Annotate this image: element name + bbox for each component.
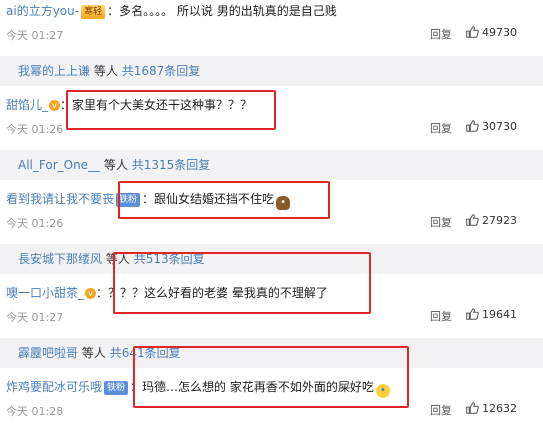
comment-text: 多名。。。。 所以说 男的出轨真的是自己贱 (119, 4, 337, 18)
thread-reply-count[interactable]: 共641条回复 (110, 346, 181, 360)
thread-users[interactable]: 霹靂吧啦哥 (18, 346, 78, 360)
colon: ： (130, 380, 143, 394)
comment-text: 玛德…怎么想的 家花再香不如外面的屎好吃 (142, 380, 374, 394)
reply-thread[interactable]: 長安城下那缕风 等人 共513条回复 (0, 244, 543, 274)
comment-username[interactable]: 甜馅儿_ (6, 98, 48, 112)
thumbs-up-icon (466, 214, 479, 226)
thread-users[interactable]: All_For_One__ (18, 158, 100, 172)
like-count: 30730 (482, 119, 517, 133)
comment-text: ？？？这么好看的老婆 晕我真的不理解了 (108, 286, 328, 300)
thumbs-up-icon (466, 26, 479, 38)
comment-item: 甜馅儿_ v ：家里有个大美女还干这种事？？？ 今天 01:26 回复 30730 (0, 94, 543, 139)
thumbs-up-icon (466, 308, 479, 320)
like-count: 27923 (482, 213, 517, 227)
thread-etc: 等人 (105, 252, 130, 266)
comment-time: 今天 01:27 (6, 29, 64, 42)
reply-button[interactable]: 回复 (430, 402, 452, 418)
comment-time: 今天 01:26 (6, 217, 64, 230)
reply-button[interactable]: 回复 (430, 214, 452, 230)
comment-text: 跟仙女结婚还挡不住吃 (154, 192, 275, 206)
reply-thread[interactable]: 我幂的上上谦 等人 共1687条回复 (0, 56, 543, 86)
comment-item: 看到我请让我不要丧 铁粉 ：跟仙女结婚还挡不住吃 • 今天 01:26 回复 2792… (0, 188, 543, 233)
like-button[interactable]: 49730 (465, 25, 517, 39)
thread-reply-count[interactable]: 共1315条回复 (132, 158, 211, 172)
thread-reply-count[interactable]: 共513条回复 (134, 252, 205, 266)
like-button[interactable]: 12632 (465, 401, 517, 415)
vip-icon: v (85, 288, 97, 299)
comment-text: 家里有个大美女还干这种事？？？ (72, 98, 253, 112)
reply-button[interactable]: 回复 (430, 26, 452, 42)
like-count: 49730 (482, 25, 517, 39)
like-count: 19641 (482, 307, 517, 321)
like-button[interactable]: 27923 (465, 213, 517, 227)
comment-time: 今天 01:26 (6, 123, 64, 136)
fan-badge: 铁粉 (104, 381, 129, 395)
comment-time: 今天 01:27 (6, 311, 64, 324)
like-count: 12632 (482, 401, 517, 415)
comment-item: ai的立方you- 寒轻 ：多名。。。。 所以说 男的出轨真的是自己贱 今天 01:… (0, 0, 543, 45)
colon: ： (107, 4, 120, 18)
thread-etc: 等人 (93, 64, 118, 78)
like-button[interactable]: 30730 (465, 119, 517, 133)
thread-users[interactable]: 我幂的上上谦 (18, 64, 90, 78)
reply-button[interactable]: 回复 (430, 308, 452, 324)
comment-username[interactable]: ai的立方you- (6, 4, 79, 18)
colon: ： (142, 192, 155, 206)
thumbs-up-icon (466, 402, 479, 414)
vip-icon: v (49, 100, 61, 111)
reply-button[interactable]: 回复 (430, 120, 452, 136)
thread-etc: 等人 (81, 346, 106, 360)
colon: ： (96, 286, 109, 300)
reply-thread[interactable]: 霹靂吧啦哥 等人 共641条回复 (0, 338, 543, 368)
reply-thread[interactable]: All_For_One__ 等人 共1315条回复 (0, 150, 543, 180)
comment-username[interactable]: 噢一口小甜茶_ (6, 286, 84, 300)
thread-users[interactable]: 長安城下那缕风 (18, 252, 102, 266)
thread-reply-count[interactable]: 共1687条回复 (122, 64, 201, 78)
fan-badge: 铁粉 (116, 193, 141, 207)
comment-item: 噢一口小甜茶_ v ：？？？这么好看的老婆 晕我真的不理解了 今天 01:27 回复… (0, 282, 543, 327)
comment-username[interactable]: 炸鸡要配冰可乐哦 (6, 380, 102, 394)
comment-username[interactable]: 看到我请让我不要丧 (6, 192, 114, 206)
comment-item: 炸鸡要配冰可乐哦 铁粉 ：玛德…怎么想的 家花再香不如外面的屎好吃 • 今天 01:2… (0, 376, 543, 421)
poop-icon: • (276, 196, 291, 210)
like-button[interactable]: 19641 (465, 307, 517, 321)
thread-etc: 等人 (103, 158, 128, 172)
fan-badge: 寒轻 (81, 5, 106, 19)
crying-face-icon: • (375, 384, 390, 398)
thumbs-up-icon (466, 120, 479, 132)
comment-time: 今天 01:28 (6, 405, 64, 418)
colon: ： (60, 98, 73, 112)
